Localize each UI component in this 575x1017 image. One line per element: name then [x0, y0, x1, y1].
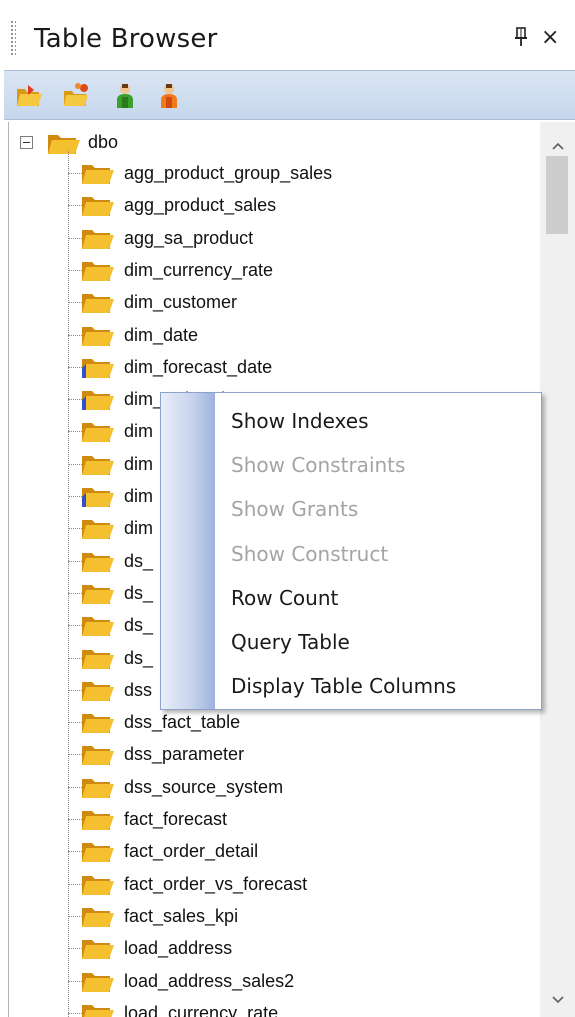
tree-item[interactable]: agg_sa_product	[0, 222, 540, 254]
table-folder-icon	[80, 322, 116, 353]
show-construct-item: Show Construct	[231, 541, 389, 566]
table-folder-icon	[80, 225, 116, 256]
tree-item-label: agg_sa_product	[124, 227, 254, 248]
tree-item-label: ds_	[124, 615, 154, 636]
toolbar	[4, 70, 575, 120]
tree-item-label: dss	[124, 679, 153, 700]
tree-item-label: dim	[124, 453, 154, 474]
tree-item-label: dss_fact_table	[124, 712, 241, 733]
table-folder-icon	[80, 677, 116, 708]
show-indexes-item[interactable]: Show Indexes	[231, 409, 369, 449]
table-folder-icon	[80, 548, 116, 579]
tree-item[interactable]: fact_order_vs_forecast	[0, 868, 540, 900]
tree-item[interactable]: dim_customer	[0, 286, 540, 318]
tree-item-label: dim	[124, 518, 154, 539]
tree-item[interactable]: dim_forecast_date	[0, 351, 540, 383]
table-folder-icon	[80, 806, 116, 837]
tree-item[interactable]: fact_order_detail	[0, 835, 540, 867]
table-folder-icon	[80, 741, 116, 772]
tree-item-label: ds_	[124, 582, 154, 603]
tree-item-label: load_address_sales2	[124, 970, 295, 991]
tree-item-label: dim	[124, 486, 154, 506]
table-folder-icon	[80, 645, 116, 676]
panel-title: Table Browser	[34, 24, 218, 54]
tree-item[interactable]: load_address_sales2	[0, 965, 540, 997]
table-folder-icon	[80, 935, 116, 966]
tree-item-label: dss_parameter	[124, 744, 245, 765]
table-folder-icon	[80, 160, 116, 191]
table-folder-icon	[80, 968, 116, 999]
tree-item[interactable]: dim_currency_rate	[0, 254, 540, 286]
vertical-scrollbar[interactable]	[540, 122, 575, 1017]
table-folder-icon	[80, 289, 116, 320]
tree-item[interactable]: agg_product_group_sales	[0, 157, 540, 189]
pin-icon[interactable]	[512, 26, 530, 50]
table-folder-icon	[80, 903, 116, 934]
table-folder-icon	[80, 580, 116, 611]
user-orange-icon[interactable]	[154, 81, 184, 111]
drag-grip-icon[interactable]	[10, 20, 16, 56]
tree-item[interactable]: load_currency_rate	[0, 997, 540, 1017]
scroll-thumb[interactable]	[546, 156, 568, 234]
show-grants-item: Show Grants	[231, 497, 359, 522]
tree-item-label: fact_forecast	[124, 809, 228, 829]
tree-item-label: dim_currency_rate	[124, 259, 274, 280]
table-folder-icon	[80, 483, 116, 514]
user-green-icon[interactable]	[110, 81, 140, 111]
tree-item[interactable]: fact_sales_kpi	[0, 900, 540, 932]
tree-item-label: fact_sales_kpi	[124, 905, 239, 926]
tree-item[interactable]: dim_date	[0, 319, 540, 351]
table-folder-icon	[80, 709, 116, 740]
tree-root-label: dbo	[88, 132, 119, 152]
tree-item-label: agg_product_sales	[124, 195, 277, 216]
tree-item-label: dss_source_system	[124, 776, 284, 797]
scroll-down-icon[interactable]	[548, 990, 568, 1010]
tree-item[interactable]: fact_forecast	[0, 803, 540, 835]
tree-item-label: load_currency_rate	[124, 1002, 279, 1017]
tree-item[interactable]: dss_source_system	[0, 771, 540, 803]
tree-item-label: agg_product_group_sales	[124, 163, 333, 183]
table-folder-icon	[80, 1000, 116, 1017]
tree-item-label: ds_	[124, 647, 154, 668]
table-folder-icon	[80, 257, 116, 288]
tree-item-label: dim_forecast_date	[124, 356, 273, 377]
tree-item[interactable]: load_address	[0, 932, 540, 964]
table-folder-icon	[80, 354, 116, 385]
tree-item-label: ds_	[124, 550, 154, 571]
tree-item-label: fact_order_detail	[124, 841, 259, 862]
collapse-toggle-icon[interactable]	[20, 136, 33, 149]
query-table-item[interactable]: Query Table	[231, 630, 350, 670]
display-table-columns-item[interactable]: Display Table Columns	[231, 674, 456, 714]
table-folder-icon	[80, 515, 116, 546]
open-folder-icon[interactable]	[14, 81, 44, 111]
table-folder-icon	[80, 612, 116, 643]
context-menu: Show Indexes Show Constraints Show Grants S…	[160, 392, 542, 710]
table-folder-icon	[80, 192, 116, 223]
scroll-up-icon[interactable]	[548, 136, 568, 156]
tree-item[interactable]: dss_parameter	[0, 738, 540, 770]
folder-group-icon[interactable]	[62, 81, 92, 111]
tree-item-label: fact_order_vs_forecast	[124, 873, 308, 894]
tree-item[interactable]: agg_product_sales	[0, 189, 540, 221]
table-folder-icon	[80, 418, 116, 449]
table-folder-icon	[80, 451, 116, 482]
table-folder-icon	[80, 838, 116, 869]
tree-item-label: dim_customer	[124, 292, 238, 313]
table-folder-icon	[80, 386, 116, 417]
close-icon[interactable]: ×	[541, 27, 559, 49]
context-menu-icon-strip	[161, 393, 215, 709]
table-folder-icon	[80, 774, 116, 805]
tree-item-label: dim	[124, 421, 154, 442]
show-constraints-item: Show Constraints	[231, 453, 406, 478]
tree-item-label: dim_date	[124, 324, 199, 345]
tree-item-label: load_address	[124, 938, 233, 959]
table-folder-icon	[80, 871, 116, 902]
panel-title-bar: Table Browser ×	[0, 0, 575, 70]
row-count-item[interactable]: Row Count	[231, 586, 338, 626]
